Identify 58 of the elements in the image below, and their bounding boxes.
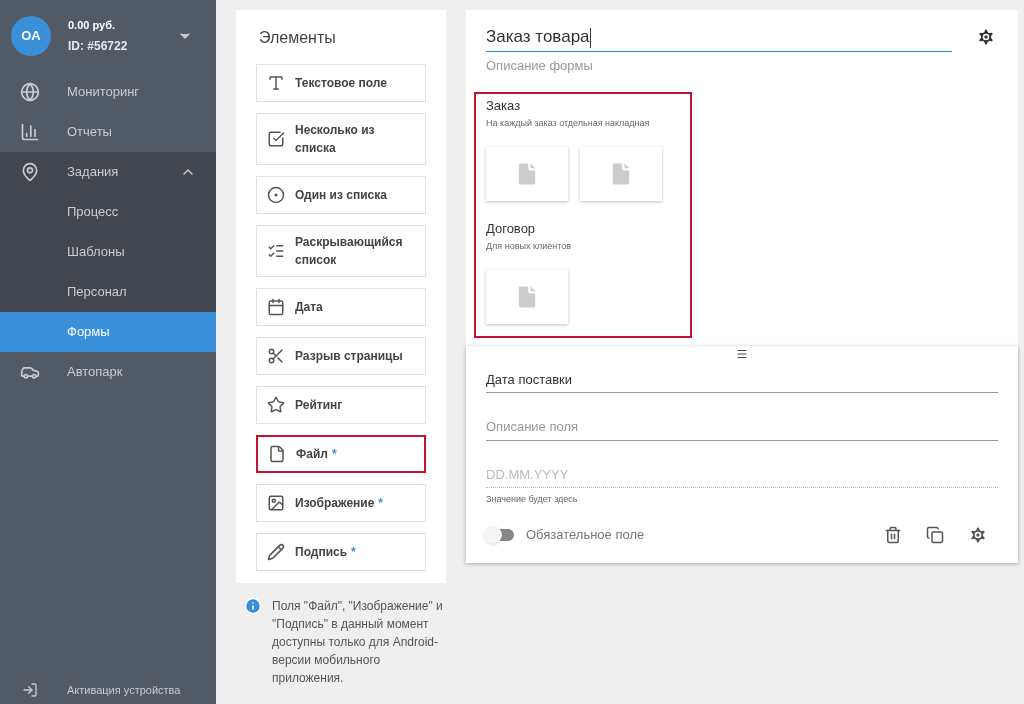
section-title: Заказ: [486, 96, 522, 115]
file-icon: [268, 445, 286, 463]
text-icon: [267, 74, 285, 92]
nav-item[interactable]: Задания: [0, 152, 216, 192]
element-item[interactable]: Один из списка: [256, 176, 426, 214]
settings-icon[interactable]: [976, 27, 996, 47]
settings-icon[interactable]: [968, 524, 988, 545]
field-description-field[interactable]: Описание поля: [486, 417, 998, 441]
checkbox-icon: [267, 130, 285, 148]
element-item[interactable]: Несколько из списка: [256, 113, 426, 165]
activation-link[interactable]: Активация устройства: [67, 681, 181, 699]
nav-subitem[interactable]: Шаблоны: [0, 232, 216, 272]
avatar: OA: [11, 16, 51, 56]
map-pin-icon: [20, 162, 40, 182]
account-id: ID: #56722: [68, 38, 129, 56]
field-hint: Значение будет здесь: [486, 493, 579, 506]
trash-icon[interactable]: [884, 525, 902, 544]
nav-item[interactable]: Автопарк: [0, 352, 216, 392]
element-item[interactable]: Разрыв страницы: [256, 337, 426, 375]
required-toggle[interactable]: [486, 528, 514, 541]
panel-title: Элементы: [259, 28, 337, 48]
section-subtitle: Для новых клиентов: [486, 240, 573, 253]
form-description-field[interactable]: Описание формы: [486, 56, 786, 76]
section-title: Договор: [486, 219, 537, 238]
section-subtitle: На каждый заказ отдельная накладная: [486, 117, 651, 130]
form-title-field[interactable]: Заказ товара: [486, 22, 952, 52]
element-item[interactable]: Файл *: [256, 435, 426, 473]
element-item[interactable]: Текстовое поле: [256, 64, 426, 102]
copy-icon[interactable]: [926, 525, 944, 544]
image-icon: [267, 494, 285, 512]
nav-subitem[interactable]: Процесс: [0, 192, 216, 232]
scissors-icon: [267, 347, 285, 365]
element-item[interactable]: Изображение *: [256, 484, 426, 522]
date-field[interactable]: DD.MM.YYYY: [486, 464, 998, 488]
list-check-icon: [267, 242, 285, 260]
element-item[interactable]: Рейтинг: [256, 386, 426, 424]
account-balance: 0.00 руб.: [68, 17, 116, 33]
file-tile[interactable]: [486, 146, 568, 201]
toggle-label: Обязательное поле: [526, 525, 646, 544]
element-item[interactable]: Дата: [256, 288, 426, 326]
globe-icon: [20, 82, 40, 102]
field-label-field[interactable]: Дата поставки: [486, 369, 998, 393]
info-note: Поля "Файл", "Изображение" и "Подпись" в данный момент доступны только для Android-версии мобильного приложения.: [272, 598, 444, 687]
file-tile[interactable]: [486, 269, 568, 324]
nav-item[interactable]: Мониторинг: [0, 72, 216, 112]
element-item[interactable]: Раскрывающийся список: [256, 225, 426, 277]
radio-icon: [267, 186, 285, 204]
element-item[interactable]: Подпись *: [256, 533, 426, 571]
file-tile[interactable]: [580, 146, 662, 201]
pencil-icon: [267, 543, 285, 561]
nav-item[interactable]: Отчеты: [0, 112, 216, 152]
nav-subitem[interactable]: Персонал: [0, 272, 216, 312]
calendar-icon: [267, 298, 285, 316]
drag-handle-icon[interactable]: [734, 347, 750, 360]
star-icon: [267, 396, 285, 414]
device-login-icon[interactable]: [22, 682, 38, 698]
bar-chart-icon: [20, 122, 40, 142]
info-icon: [244, 597, 262, 615]
